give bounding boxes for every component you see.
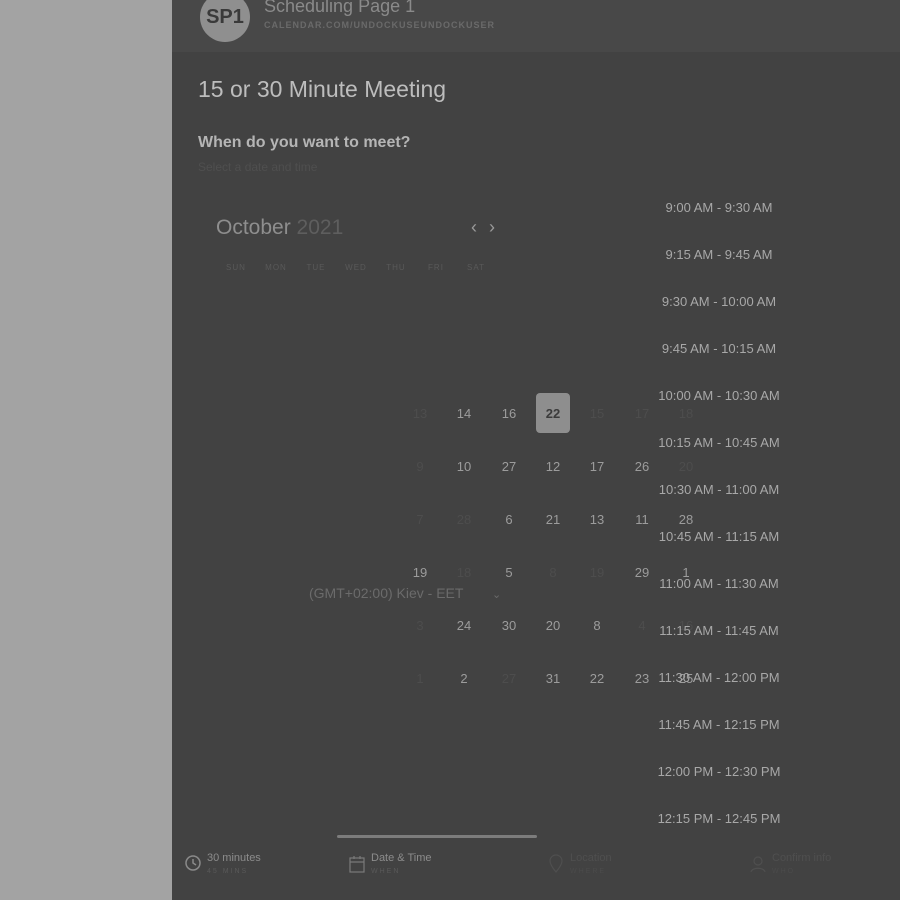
timezone-select[interactable]: (GMT+02:00) Kiev - EET (309, 585, 463, 605)
calendar-day[interactable]: 6 (492, 499, 526, 539)
time-slot-option[interactable]: 10:30 AM - 11:00 AM (650, 475, 788, 503)
calendar-day[interactable]: 21 (536, 499, 570, 539)
step-title: Date & Time (371, 852, 432, 864)
scheduling-page-name: Scheduling Page 1 (264, 0, 416, 16)
step-title: Confirm info (772, 852, 832, 864)
time-slot-option[interactable]: 9:45 AM - 10:15 AM (650, 334, 788, 362)
step-subtitle: WHEN (371, 868, 401, 875)
screen: SP1 Scheduling Page 1 CALENDAR.COM/UNDOC… (0, 0, 900, 900)
time-slot-option[interactable]: 9:00 AM - 9:30 AM (650, 193, 788, 221)
step-subtitle: WHO (772, 868, 796, 875)
time-slot-option[interactable]: 10:45 AM - 11:15 AM (650, 522, 788, 550)
weekday-label: WED (345, 263, 367, 272)
time-slot-option[interactable]: 9:30 AM - 10:00 AM (650, 287, 788, 315)
time-slot-option[interactable]: 9:15 AM - 9:45 AM (650, 240, 788, 268)
weekday-label: SUN (226, 263, 246, 272)
calendar-day[interactable]: 7 (403, 499, 437, 539)
calendar-day[interactable]: 27 (492, 658, 526, 698)
time-slot-option[interactable]: 12:00 PM - 12:30 PM (650, 757, 788, 785)
month-year: 2021 (296, 216, 344, 239)
weekday-label: MON (265, 263, 287, 272)
time-slot-option[interactable]: 11:00 AM - 11:30 AM (650, 569, 788, 597)
calendar-day[interactable]: 30 (492, 605, 526, 645)
meeting-title: 15 or 30 Minute Meeting (198, 76, 447, 102)
weekday-label: THU (386, 263, 406, 272)
calendar-day[interactable]: 16 (492, 393, 526, 433)
chevron-left-icon: ‹ (471, 217, 477, 237)
calendar-day[interactable]: 8 (580, 605, 614, 645)
scheduling-panel: SP1 Scheduling Page 1 CALENDAR.COM/UNDOC… (172, 0, 900, 900)
calendar-day[interactable]: 14 (447, 393, 481, 433)
time-slot-option[interactable]: 10:00 AM - 10:30 AM (650, 381, 788, 409)
calendar-day-selected[interactable]: 22 (536, 393, 570, 433)
time-slot-list: 9:00 AM - 9:30 AM 9:15 AM - 9:45 AM 9:30 A… (650, 0, 870, 900)
page-header: SP1 Scheduling Page 1 CALENDAR.COM/UNDOC… (172, 0, 900, 52)
month-label: October 2021 (216, 216, 343, 240)
calendar-day[interactable]: 20 (536, 605, 570, 645)
calendar-day[interactable]: 8 (536, 552, 570, 592)
user-icon (749, 854, 767, 876)
location-icon (547, 854, 565, 876)
calendar-day[interactable]: 22 (580, 658, 614, 698)
backdrop-pane (0, 0, 172, 900)
clock-icon (184, 854, 202, 876)
next-month-button[interactable]: › (484, 217, 500, 237)
step-subtitle: WHERE (570, 868, 607, 875)
calendar-day[interactable]: 27 (492, 446, 526, 486)
section-hint: Select a date and time (198, 160, 318, 174)
step-subtitle: 45 MINS (207, 868, 249, 875)
calendar-day[interactable]: 31 (536, 658, 570, 698)
calendar-icon (348, 854, 366, 876)
step-title: Location (570, 852, 612, 864)
time-slot-option[interactable]: 11:45 AM - 12:15 PM (650, 710, 788, 738)
time-slot-option[interactable]: 11:15 AM - 11:45 AM (650, 616, 788, 644)
calendar-day[interactable]: 19 (580, 552, 614, 592)
calendar-day[interactable]: 15 (580, 393, 614, 433)
section-heading: When do you want to meet? (198, 134, 411, 151)
calendar-day[interactable]: 2 (447, 658, 481, 698)
calendar-day[interactable]: 13 (403, 393, 437, 433)
calendar-day[interactable]: 13 (580, 499, 614, 539)
calendar-day[interactable]: 28 (447, 499, 481, 539)
calendar-day[interactable]: 10 (447, 446, 481, 486)
step-title: 30 minutes (207, 852, 261, 864)
chevron-down-icon: ⌄ (492, 589, 502, 601)
weekday-label: SAT (467, 263, 485, 272)
time-slot-option[interactable]: 10:15 AM - 10:45 AM (650, 428, 788, 456)
month-name: October (216, 216, 291, 239)
time-slot-option[interactable]: 11:30 AM - 12:00 PM (650, 663, 788, 691)
chevron-right-icon: › (489, 217, 495, 237)
calendar-day[interactable]: 9 (403, 446, 437, 486)
prev-month-button[interactable]: ‹ (466, 217, 482, 237)
calendar-day[interactable]: 3 (403, 605, 437, 645)
calendar-day[interactable]: 24 (447, 605, 481, 645)
step-progress-indicator (337, 835, 537, 838)
scheduling-page-url[interactable]: CALENDAR.COM/UNDOCKUSEUNDOCKUSER (264, 20, 495, 30)
calendar-day[interactable]: 1 (403, 658, 437, 698)
time-slot-option[interactable]: 12:15 PM - 12:45 PM (650, 804, 788, 832)
weekday-label: TUE (306, 263, 326, 272)
avatar: SP1 (200, 0, 250, 42)
calendar-day[interactable]: 12 (536, 446, 570, 486)
calendar-day[interactable]: 17 (580, 446, 614, 486)
weekday-label: FRI (428, 263, 444, 272)
